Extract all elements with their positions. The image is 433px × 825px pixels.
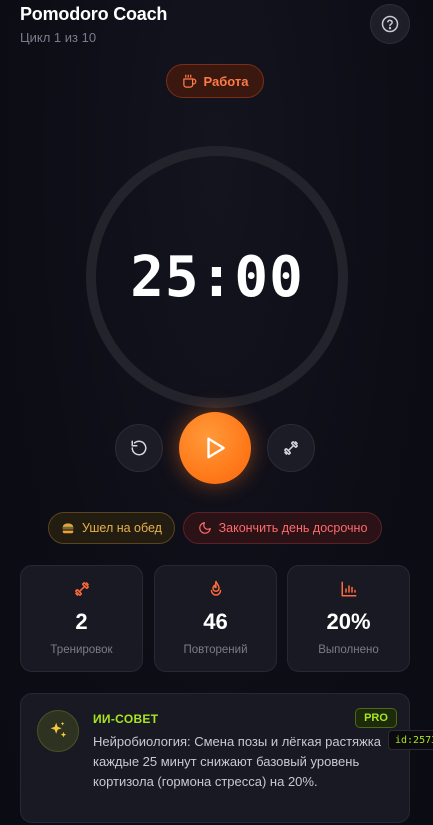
help-button[interactable] xyxy=(370,4,410,44)
flame-icon xyxy=(210,580,221,596)
dumbbell-icon xyxy=(74,582,89,596)
coffee-icon xyxy=(182,74,196,88)
stat-card-reps: 46 Повторений xyxy=(154,565,277,672)
lunch-button[interactable]: Ушел на обед xyxy=(48,512,175,544)
mode-label: Работа xyxy=(203,73,249,89)
cycle-counter: Цикл 1 из 10 xyxy=(20,30,97,45)
stat-value: 2 xyxy=(75,609,88,634)
app-title: Pomodoro Coach xyxy=(20,4,168,24)
play-button[interactable] xyxy=(179,412,251,484)
bar-chart-icon xyxy=(341,581,356,597)
end-day-label: Закончить день досрочно xyxy=(218,521,368,535)
stat-value: 46 xyxy=(203,609,228,634)
question-circle-icon xyxy=(381,15,399,33)
workout-button[interactable] xyxy=(267,424,315,472)
ai-tip-title: ИИ-СОВЕТ xyxy=(93,712,159,726)
ai-tip-card: ИИ-СОВЕТ PRO Нейробиология: Смена позы и… xyxy=(20,693,410,823)
stat-label: Выполнено xyxy=(318,644,379,656)
pro-badge: PRO xyxy=(355,708,397,728)
stat-value: 20% xyxy=(326,609,371,634)
reset-icon xyxy=(131,440,147,456)
end-day-button[interactable]: Закончить день досрочно xyxy=(183,512,382,544)
stat-label: Повторений xyxy=(183,644,248,656)
moon-icon xyxy=(198,522,211,534)
reset-button[interactable] xyxy=(115,424,163,472)
stat-card-completed: 20% Выполнено xyxy=(287,565,410,672)
stat-card-workouts: 2 Тренировок xyxy=(20,565,143,672)
play-icon xyxy=(207,437,225,459)
dumbbell-icon xyxy=(284,441,298,455)
ai-tip-text: Нейробиология: Смена позы и лёгкая растя… xyxy=(93,734,381,789)
stat-label: Тренировок xyxy=(50,644,113,656)
debug-id-tag: id:2573 xyxy=(388,730,433,750)
app-screen: Pomodoro Coach Цикл 1 из 10 Работа 25:00 xyxy=(0,0,433,825)
sparkles-icon xyxy=(50,721,67,738)
burger-icon xyxy=(62,523,74,534)
ai-avatar xyxy=(37,710,79,752)
timer-display: 25:00 xyxy=(130,244,304,310)
lunch-label: Ушел на обед xyxy=(82,521,162,535)
mode-badge[interactable]: Работа xyxy=(166,64,264,98)
